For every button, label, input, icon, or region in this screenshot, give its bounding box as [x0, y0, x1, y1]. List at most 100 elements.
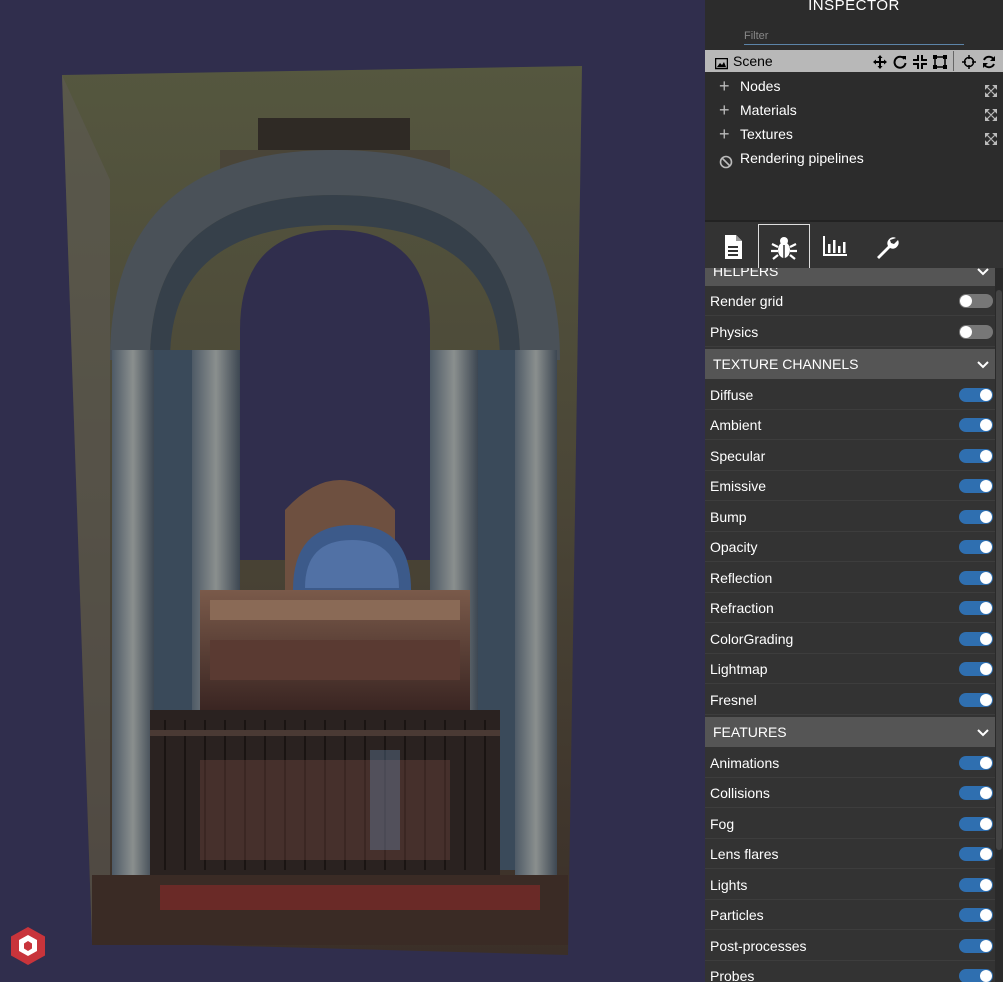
option-label: Lights [710, 877, 748, 893]
babylonjs-logo-icon [11, 927, 45, 965]
post-processes-toggle[interactable] [959, 939, 993, 953]
render-grid-toggle[interactable] [959, 294, 993, 308]
rotate-icon[interactable] [893, 53, 907, 75]
specular-toggle[interactable] [959, 449, 993, 463]
bounding-box-icon[interactable] [933, 53, 947, 75]
toggle-knob [960, 326, 972, 338]
option-lights: Lights [705, 870, 995, 900]
option-label: Emissive [710, 478, 767, 494]
option-opacity: Opacity [705, 532, 995, 562]
emissive-toggle[interactable] [959, 479, 993, 493]
tab-properties[interactable] [708, 224, 758, 268]
move-icon[interactable] [873, 53, 887, 75]
section-header-texture-channels[interactable]: TEXTURE CHANNELS [705, 349, 995, 379]
option-label: Collisions [710, 785, 770, 801]
scale-icon[interactable] [913, 53, 927, 75]
collisions-toggle[interactable] [959, 786, 993, 800]
toggle-knob [980, 511, 992, 523]
inspector-title: INSPECTOR [705, 0, 1003, 20]
tab-debug[interactable] [758, 224, 810, 269]
option-particles: Particles [705, 900, 995, 930]
chart-icon [823, 236, 847, 256]
section-title: TEXTURE CHANNELS [713, 356, 859, 372]
plus-icon: + [719, 124, 730, 144]
filter-bar [705, 20, 1003, 50]
bump-toggle[interactable] [959, 510, 993, 524]
toggle-knob [980, 389, 992, 401]
refresh-icon[interactable] [982, 53, 996, 75]
option-reflection: Reflection [705, 563, 995, 593]
tree-item-label: Materials [740, 102, 797, 118]
option-animations: Animations [705, 748, 995, 778]
scene-tree: Scene + Nodes + Materials + Textures Ren… [705, 50, 1003, 220]
toggle-knob [980, 879, 992, 891]
toggle-knob [980, 757, 992, 769]
cathedral-3d-model[interactable] [0, 0, 705, 982]
physics-toggle[interactable] [959, 325, 993, 339]
option-label: Probes [710, 968, 755, 982]
option-post-processes: Post-processes [705, 931, 995, 961]
option-bump: Bump [705, 502, 995, 532]
lens-flares-toggle[interactable] [959, 847, 993, 861]
scrollbar-thumb[interactable] [996, 290, 1002, 850]
tree-item-textures[interactable]: + Textures [705, 122, 1003, 146]
probes-toggle[interactable] [959, 969, 993, 982]
tree-item-label: Scene [733, 53, 773, 69]
opacity-toggle[interactable] [959, 540, 993, 554]
tree-item-nodes[interactable]: + Nodes [705, 74, 1003, 98]
reflection-toggle[interactable] [959, 571, 993, 585]
option-specular: Specular [705, 441, 995, 471]
animations-toggle[interactable] [959, 756, 993, 770]
option-label: Render grid [710, 293, 784, 309]
panel-scrollbar[interactable] [995, 268, 1003, 982]
debug-panel[interactable]: HELPERS Render grid Physics TEXTURE CHAN… [705, 268, 1003, 982]
toggle-knob [980, 602, 992, 614]
fresnel-toggle[interactable] [959, 693, 993, 707]
option-label: Ambient [710, 417, 762, 433]
toggle-knob [980, 909, 992, 921]
filter-input[interactable] [744, 29, 964, 45]
option-label: Fresnel [710, 692, 757, 708]
tree-item-rendering-pipelines[interactable]: Rendering pipelines [705, 146, 1003, 170]
option-label: Lens flares [710, 846, 779, 862]
refraction-toggle[interactable] [959, 601, 993, 615]
tab-tools[interactable] [862, 224, 912, 268]
option-diffuse: Diffuse [705, 380, 995, 410]
toggle-knob [980, 940, 992, 952]
section-header-helpers[interactable]: HELPERS [705, 268, 995, 286]
option-colorgrading: ColorGrading [705, 624, 995, 654]
tab-statistics[interactable] [810, 224, 860, 268]
toggle-knob [980, 419, 992, 431]
option-lightmap: Lightmap [705, 654, 995, 684]
section-title: HELPERS [713, 268, 779, 279]
lightmap-toggle[interactable] [959, 662, 993, 676]
option-label: ColorGrading [710, 631, 794, 647]
ban-icon [719, 151, 733, 175]
tree-item-materials[interactable]: + Materials [705, 98, 1003, 122]
section-header-features[interactable]: FEATURES [705, 717, 995, 747]
tree-item-scene[interactable]: Scene [705, 50, 1003, 72]
option-label: Specular [710, 448, 766, 464]
colorgrading-toggle[interactable] [959, 632, 993, 646]
inspector-panel: INSPECTOR Scene [705, 0, 1003, 982]
3d-viewport[interactable] [0, 0, 705, 982]
option-label: Animations [710, 755, 780, 771]
crosshair-icon[interactable] [962, 53, 976, 75]
particles-toggle[interactable] [959, 908, 993, 922]
option-fresnel: Fresnel [705, 685, 995, 715]
diffuse-toggle[interactable] [959, 388, 993, 402]
option-refraction: Refraction [705, 593, 995, 623]
toggle-knob [980, 572, 992, 584]
option-lens-flares: Lens flares [705, 839, 995, 869]
ambient-toggle[interactable] [959, 418, 993, 432]
toggle-knob [980, 694, 992, 706]
option-label: Refraction [710, 600, 774, 616]
option-label: Bump [710, 509, 747, 525]
toggle-knob [980, 787, 992, 799]
option-label: Post-processes [710, 938, 807, 954]
option-label: Fog [710, 816, 735, 832]
lights-toggle[interactable] [959, 878, 993, 892]
option-probes: Probes [705, 961, 995, 982]
option-physics: Physics [705, 317, 995, 347]
fog-toggle[interactable] [959, 817, 993, 831]
